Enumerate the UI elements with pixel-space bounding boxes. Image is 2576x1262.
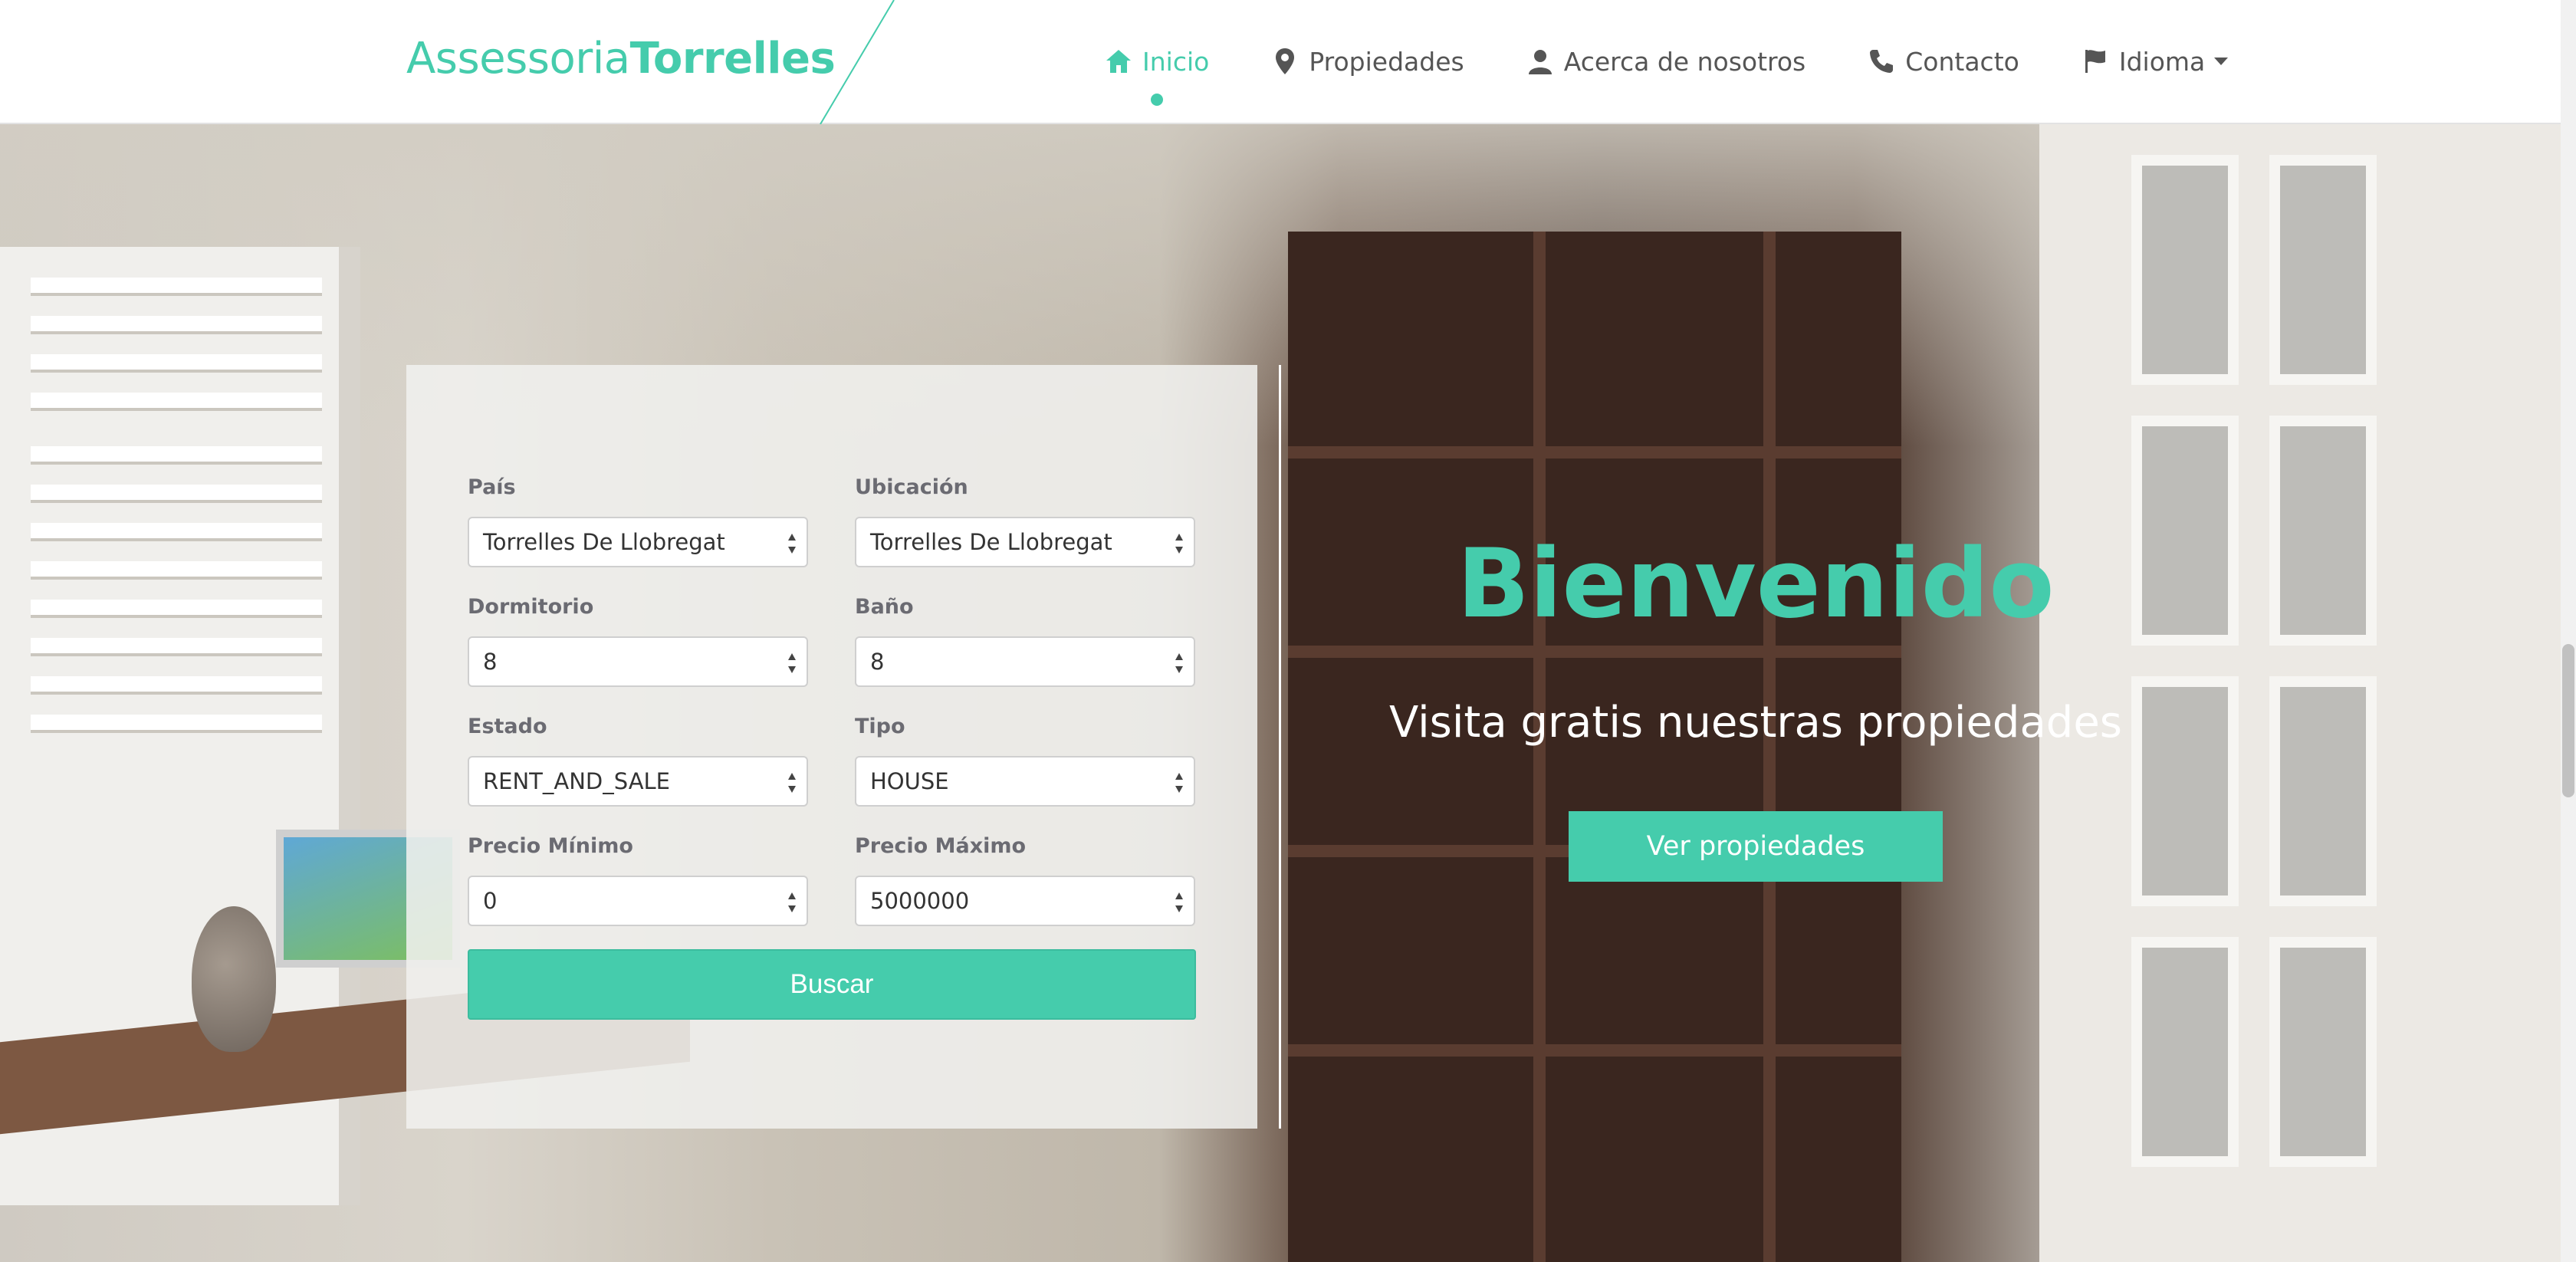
tipo-select[interactable]: HOUSE <box>855 756 1195 807</box>
chevron-down-icon <box>2214 58 2229 65</box>
welcome-title: Bienvenido <box>1457 529 2055 639</box>
main-nav: Inicio Propiedades Acerca de nosotros Co… <box>1104 43 2289 106</box>
bano-label: Baño <box>855 595 914 619</box>
welcome-subtitle: Visita gratis nuestras propiedades <box>1389 698 2122 748</box>
pais-label: País <box>468 475 516 499</box>
property-search-form: País Torrelles De Llobregat Ubicación To… <box>406 365 1257 1129</box>
bano-select[interactable]: 8 <box>855 636 1195 687</box>
phone-icon <box>1867 47 1896 76</box>
precio-maximo-select[interactable]: 5000000 <box>855 876 1195 926</box>
scrollbar-thumb[interactable] <box>2562 644 2574 797</box>
tipo-label: Tipo <box>855 715 905 738</box>
select-arrows-icon <box>788 892 796 912</box>
precio-minimo-label: Precio Mínimo <box>468 834 633 858</box>
page-scrollbar[interactable] <box>2561 0 2576 1262</box>
nav-label-acerca: Acerca de nosotros <box>1563 46 1806 77</box>
dormitorio-value: 8 <box>483 649 498 675</box>
select-arrows-icon <box>788 534 796 554</box>
select-arrows-icon <box>1175 892 1183 912</box>
pais-select[interactable]: Torrelles De Llobregat <box>468 517 808 567</box>
dormitorio-label: Dormitorio <box>468 595 594 619</box>
select-arrows-icon <box>1175 653 1183 673</box>
hero-background <box>0 124 2576 1262</box>
dormitorio-select[interactable]: 8 <box>468 636 808 687</box>
precio-minimo-value: 0 <box>483 888 498 914</box>
brand-name-light: Assessoria <box>406 34 630 84</box>
estado-label: Estado <box>468 715 547 738</box>
french-door <box>2039 124 2576 1262</box>
nav-item-idioma[interactable]: Idioma <box>2081 46 2229 77</box>
user-icon <box>1526 47 1555 76</box>
map-marker-icon <box>1270 47 1300 76</box>
nav-label-propiedades: Propiedades <box>1309 46 1464 77</box>
vertical-divider <box>1279 365 1281 1129</box>
precio-maximo-label: Precio Máximo <box>855 834 1027 858</box>
select-arrows-icon <box>1175 534 1183 554</box>
select-arrows-icon <box>1175 773 1183 793</box>
precio-minimo-select[interactable]: 0 <box>468 876 808 926</box>
nav-item-propiedades[interactable]: Propiedades <box>1270 47 1464 77</box>
ubicacion-select[interactable]: Torrelles De Llobregat <box>855 517 1195 567</box>
brand-logo[interactable]: AssessoriaTorrelles <box>406 34 836 84</box>
navbar: AssessoriaTorrelles Inicio Propiedades A… <box>0 0 2561 124</box>
nav-item-acerca[interactable]: Acerca de nosotros <box>1526 47 1806 77</box>
nav-item-contacto[interactable]: Contacto <box>1867 47 2019 77</box>
active-indicator-dot <box>1150 93 1163 106</box>
nav-item-inicio[interactable]: Inicio <box>1104 46 1210 106</box>
ubicacion-label: Ubicación <box>855 475 968 499</box>
precio-maximo-value: 5000000 <box>870 888 970 914</box>
select-arrows-icon <box>788 773 796 793</box>
logo-slash-decoration <box>820 0 895 124</box>
ubicacion-value: Torrelles De Llobregat <box>870 529 1112 555</box>
estado-value: RENT_AND_SALE <box>483 768 671 794</box>
nav-label-inicio: Inicio <box>1142 46 1210 77</box>
tipo-value: HOUSE <box>870 768 949 794</box>
estado-select[interactable]: RENT_AND_SALE <box>468 756 808 807</box>
nav-label-idioma: Idioma <box>2118 46 2206 77</box>
vase <box>192 906 276 1052</box>
select-arrows-icon <box>788 653 796 673</box>
home-icon <box>1104 47 1133 76</box>
buscar-button[interactable]: Buscar <box>468 949 1196 1020</box>
pais-value: Torrelles De Llobregat <box>483 529 725 555</box>
bano-value: 8 <box>870 649 885 675</box>
ver-propiedades-button[interactable]: Ver propiedades <box>1569 811 1943 882</box>
nav-label-contacto: Contacto <box>1905 46 2019 77</box>
flag-icon <box>2081 47 2110 76</box>
